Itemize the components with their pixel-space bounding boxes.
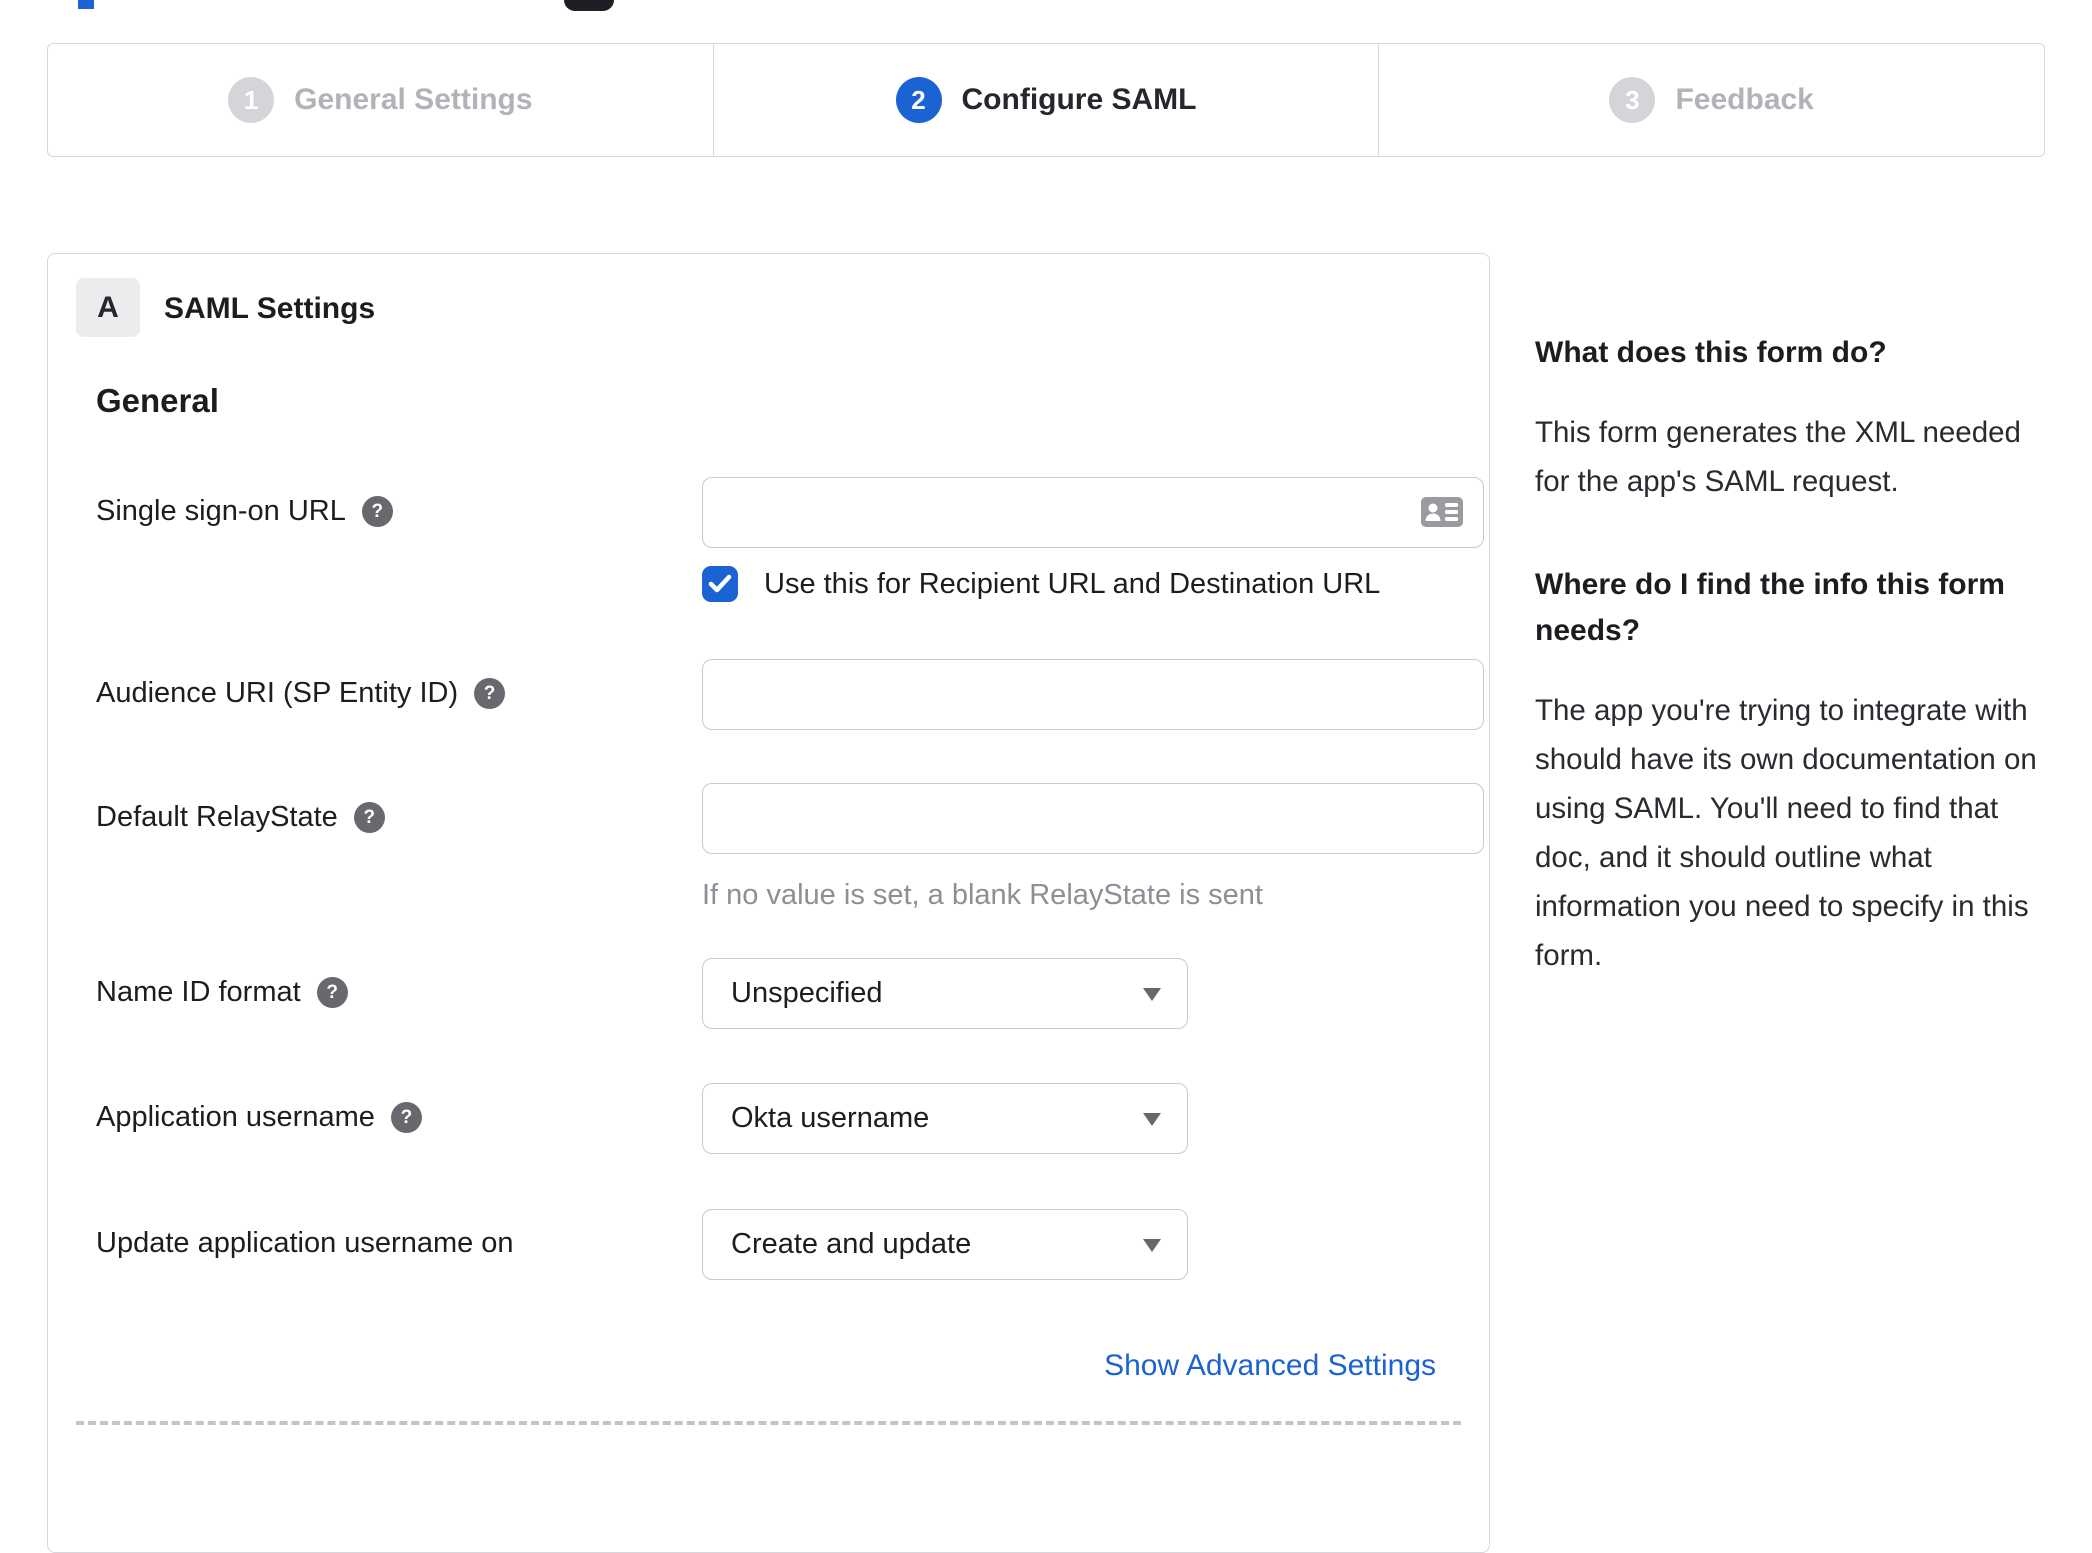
- wizard-stepper: 1 General Settings 2 Configure SAML 3 Fe…: [47, 43, 2045, 157]
- cutoff-dark-fragment: [564, 0, 614, 11]
- step-label: Configure SAML: [961, 83, 1197, 116]
- help-icon[interactable]: ?: [474, 678, 506, 709]
- contact-card-icon[interactable]: [1420, 494, 1464, 535]
- help-icon[interactable]: ?: [390, 1102, 422, 1133]
- chevron-down-icon: [1143, 1239, 1161, 1252]
- sidebar-question-2: Where do I find the info this form needs…: [1535, 568, 2005, 647]
- step-configure-saml[interactable]: 2 Configure SAML: [712, 44, 1379, 156]
- help-icon[interactable]: ?: [316, 977, 348, 1008]
- relaystate-hint: If no value is set, a blank RelayState i…: [702, 879, 1263, 911]
- step-number-badge: 3: [1609, 77, 1656, 123]
- selected-value: Unspecified: [731, 977, 883, 1009]
- help-icon[interactable]: ?: [361, 496, 393, 527]
- sidebar-question-1: What does this form do?: [1535, 336, 1887, 369]
- sso-url-input[interactable]: [702, 477, 1484, 548]
- chevron-down-icon: [1143, 1113, 1161, 1126]
- step-label: General Settings: [294, 83, 533, 116]
- update-username-select[interactable]: Create and update: [702, 1209, 1188, 1280]
- selected-value: Okta username: [731, 1102, 930, 1134]
- sidebar-answer-2: The app you're trying to integrate with …: [1535, 694, 2037, 972]
- cutoff-blue-fragment: [78, 0, 94, 9]
- section-a-badge: A: [76, 278, 140, 337]
- name-id-format-label: Name ID format ?: [96, 976, 348, 1009]
- step-feedback[interactable]: 3 Feedback: [1378, 44, 2044, 156]
- help-icon[interactable]: ?: [353, 802, 385, 833]
- recipient-destination-label: Use this for Recipient URL and Destinati…: [764, 567, 1381, 600]
- sso-url-label: Single sign-on URL ?: [96, 495, 393, 528]
- audience-uri-input[interactable]: [702, 659, 1484, 730]
- update-username-label: Update application username on: [96, 1227, 514, 1259]
- step-number-badge: 2: [895, 77, 942, 123]
- section-dashed-divider: [76, 1421, 1461, 1425]
- saml-settings-card: A SAML Settings General Single sign-on U…: [47, 253, 1490, 1553]
- help-sidebar: What does this form do? This form genera…: [1535, 330, 2047, 980]
- show-advanced-settings-link[interactable]: Show Advanced Settings: [702, 1349, 1436, 1383]
- recipient-destination-row: Use this for Recipient URL and Destinati…: [702, 566, 1380, 602]
- sidebar-answer-1: This form generates the XML needed for t…: [1535, 416, 2021, 498]
- step-number-badge: 1: [228, 77, 275, 123]
- application-username-label: Application username ?: [96, 1101, 422, 1134]
- relaystate-input[interactable]: [702, 783, 1484, 854]
- step-general-settings[interactable]: 1 General Settings: [48, 44, 713, 156]
- audience-uri-row: Audience URI (SP Entity ID) ?: [96, 659, 1484, 730]
- sso-url-row: Single sign-on URL ?: [96, 477, 1484, 548]
- checkmark-icon: [708, 574, 732, 593]
- section-title: SAML Settings: [164, 292, 376, 325]
- selected-value: Create and update: [731, 1228, 972, 1260]
- audience-uri-label: Audience URI (SP Entity ID) ?: [96, 677, 506, 710]
- application-username-select[interactable]: Okta username: [702, 1083, 1188, 1154]
- chevron-down-icon: [1143, 988, 1161, 1001]
- name-id-format-select[interactable]: Unspecified: [702, 958, 1188, 1029]
- recipient-destination-checkbox[interactable]: [702, 566, 738, 602]
- relaystate-label: Default RelayState ?: [96, 801, 385, 834]
- general-heading: General: [96, 382, 219, 419]
- step-label: Feedback: [1675, 83, 1814, 116]
- relaystate-row: Default RelayState ?: [96, 783, 1484, 854]
